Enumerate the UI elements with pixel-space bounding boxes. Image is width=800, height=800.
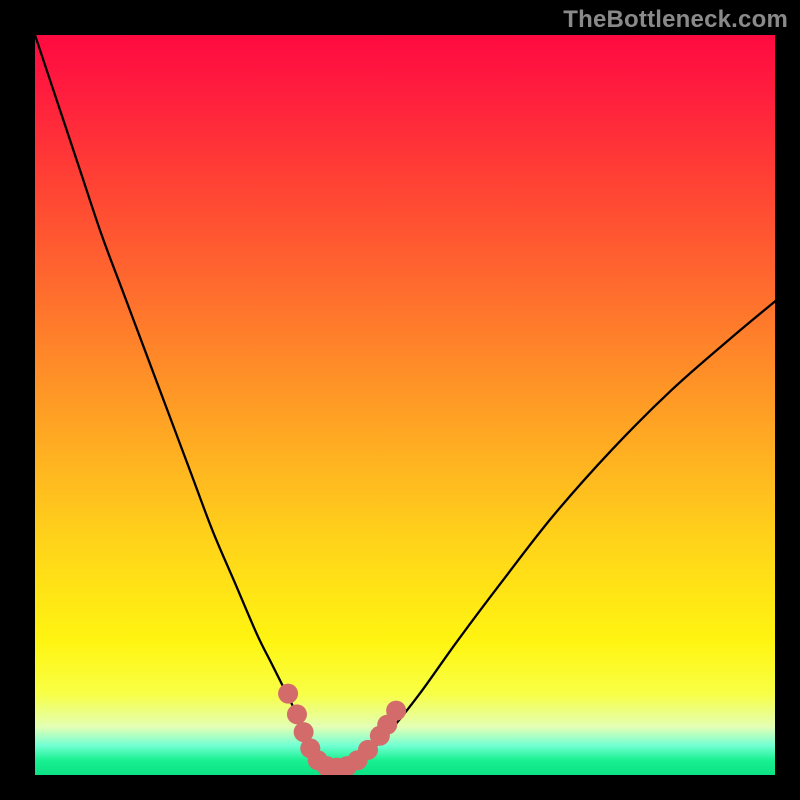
chart-stage: TheBottleneck.com [0, 0, 800, 800]
curve-marker [278, 684, 298, 704]
bottleneck-curve [35, 35, 775, 768]
curve-layer [35, 35, 775, 775]
plot-area [35, 35, 775, 775]
watermark-text: TheBottleneck.com [563, 6, 788, 34]
curve-marker [386, 701, 406, 721]
curve-markers [278, 684, 406, 775]
curve-marker [287, 704, 307, 724]
